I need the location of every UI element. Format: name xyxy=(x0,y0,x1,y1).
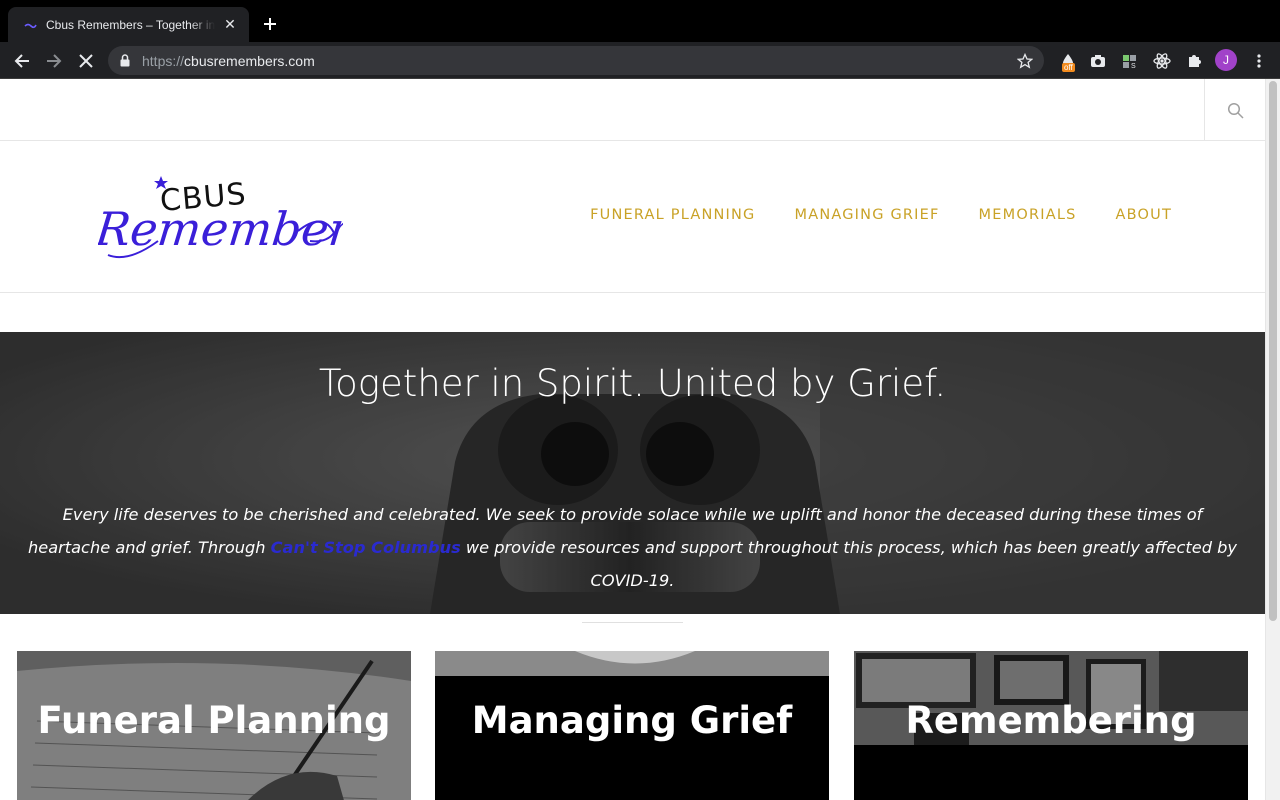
top-utility-bar xyxy=(0,79,1265,141)
camera-extension-icon[interactable] xyxy=(1087,50,1109,72)
svg-text:S: S xyxy=(1131,63,1136,69)
card-title: Funeral Planning xyxy=(37,699,391,742)
search-icon xyxy=(1227,102,1244,119)
card-title: Managing Grief xyxy=(471,699,793,742)
tab-title: Cbus Remembers – Together in Spirit. Uni… xyxy=(46,17,215,32)
extension-off-badge: off xyxy=(1062,63,1075,72)
site-search-button[interactable] xyxy=(1204,79,1265,141)
site-favicon-icon xyxy=(22,17,38,33)
stop-loading-icon[interactable] xyxy=(73,48,99,74)
browser-tab[interactable]: Cbus Remembers – Together in Spirit. Uni… xyxy=(8,7,249,42)
scrollbar-thumb[interactable] xyxy=(1269,81,1277,621)
url-text: https://cbusremembers.com xyxy=(142,52,315,69)
card-funeral-planning[interactable]: Funeral Planning xyxy=(17,651,411,800)
site-header: CBUS Remembers FUNERAL PLANNING MANAGING… xyxy=(0,141,1265,293)
page-scrollbar[interactable] xyxy=(1265,79,1280,800)
tab-close-icon[interactable]: ✕ xyxy=(221,16,239,34)
seo-extension-icon[interactable]: S xyxy=(1119,50,1141,72)
profile-avatar[interactable]: J xyxy=(1215,49,1237,71)
svg-text:Remembers: Remembers xyxy=(98,202,343,256)
card-managing-grief[interactable]: Managing Grief xyxy=(435,651,829,800)
page-viewport: CBUS Remembers FUNERAL PLANNING MANAGING… xyxy=(0,79,1280,800)
address-bar[interactable]: https://cbusremembers.com xyxy=(108,46,1044,75)
nav-funeral-planning[interactable]: FUNERAL PLANNING xyxy=(590,207,755,223)
nav-memorials[interactable]: MEMORIALS xyxy=(979,207,1077,223)
cant-stop-columbus-link[interactable]: Can't Stop Columbus xyxy=(271,538,461,557)
card-remembering[interactable]: Remembering xyxy=(854,651,1248,800)
lock-icon xyxy=(120,54,134,68)
card-title: Remembering xyxy=(905,699,1197,742)
hero-section: Together in Spirit. United by Grief. Eve… xyxy=(0,332,1265,614)
back-arrow-icon[interactable] xyxy=(9,48,35,74)
nav-managing-grief[interactable]: MANAGING GRIEF xyxy=(795,207,940,223)
main-navigation: FUNERAL PLANNING MANAGING GRIEF MEMORIAL… xyxy=(590,207,1172,223)
browser-tabstrip: Cbus Remembers – Together in Spirit. Uni… xyxy=(0,0,1280,42)
react-devtools-icon[interactable] xyxy=(1151,50,1173,72)
browser-menu-icon[interactable] xyxy=(1248,50,1270,72)
extensions-puzzle-icon[interactable] xyxy=(1183,50,1205,72)
section-divider xyxy=(582,622,683,623)
site-logo[interactable]: CBUS Remembers xyxy=(98,171,343,263)
hero-paragraph: Every life deserves to be cherished and … xyxy=(28,505,1237,590)
forward-arrow-icon[interactable] xyxy=(41,48,67,74)
new-tab-button[interactable] xyxy=(258,12,282,36)
nav-about[interactable]: ABOUT xyxy=(1116,207,1173,223)
hero-title: Together in Spirit. United by Grief. xyxy=(318,362,947,405)
bookmark-star-icon[interactable] xyxy=(1014,50,1036,72)
browser-toolbar: https://cbusremembers.com S xyxy=(0,42,1280,79)
